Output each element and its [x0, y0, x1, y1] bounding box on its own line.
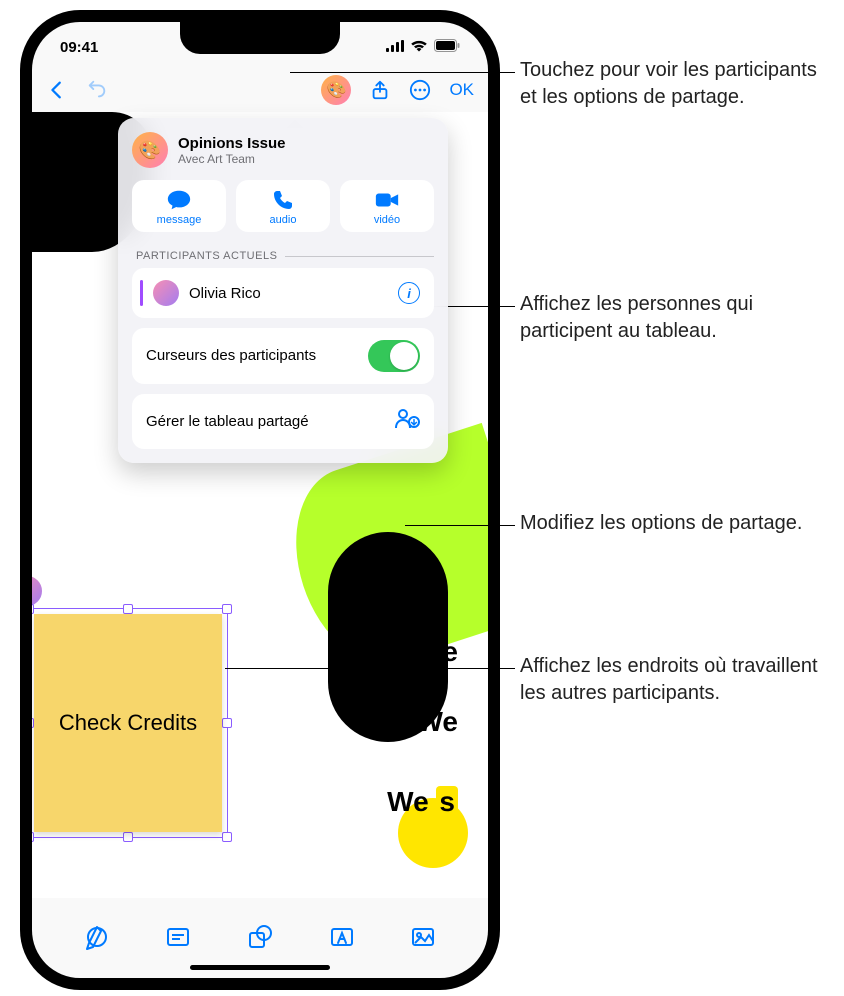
undo-button[interactable] — [86, 79, 108, 101]
cursors-label: Curseurs des participants — [146, 347, 316, 365]
participant-avatar — [153, 280, 179, 306]
sticky-tool[interactable] — [164, 923, 192, 956]
manage-label: Gérer le tableau partagé — [146, 413, 309, 430]
board-title: Opinions Issue — [178, 135, 286, 152]
canvas-text: We — [417, 706, 459, 738]
callout-line — [405, 525, 515, 526]
status-right — [386, 39, 460, 56]
signal-icon — [386, 39, 404, 56]
message-label: message — [157, 214, 202, 226]
more-button[interactable] — [409, 79, 431, 101]
pen-tool[interactable] — [83, 923, 111, 956]
share-button[interactable] — [369, 79, 391, 101]
video-button[interactable]: vidéo — [340, 180, 434, 232]
message-button[interactable]: message — [132, 180, 226, 232]
shapes-tool[interactable] — [246, 923, 274, 956]
callout-text: Modifiez les options de partage. — [520, 510, 830, 537]
participant-cursor-avatar — [32, 574, 44, 608]
collaboration-button[interactable]: 🎨 — [321, 75, 351, 105]
notch — [180, 22, 340, 54]
participants-header: PARTICIPANTS ACTUELS — [136, 250, 434, 262]
screen: 09:41 — [32, 22, 488, 978]
battery-icon — [434, 39, 460, 56]
collaboration-popover: 🎨 Opinions Issue Avec Art Team message a… — [118, 118, 448, 463]
text-tool[interactable] — [328, 923, 356, 956]
callout-line — [225, 668, 515, 669]
participant-color-icon — [140, 280, 143, 306]
video-label: vidéo — [374, 214, 400, 226]
top-toolbar: 🎨 OK — [32, 68, 488, 112]
media-tool[interactable] — [409, 923, 437, 956]
board-avatar: 🎨 — [132, 132, 168, 168]
bottom-toolbar — [32, 923, 488, 956]
canvas-text: We — [417, 636, 459, 668]
participant-cursors-row: Curseurs des participants — [132, 328, 434, 384]
callout-text: Affichez les personnes qui participent a… — [520, 291, 830, 345]
callout-text: Affichez les endroits où travaillent les… — [520, 653, 830, 707]
cursors-toggle[interactable] — [368, 340, 420, 372]
sticky-note[interactable]: Check Credits — [34, 614, 222, 832]
canvas-text: We s — [387, 786, 458, 818]
participant-row[interactable]: Olivia Rico i — [132, 268, 434, 318]
home-indicator — [190, 965, 330, 970]
back-button[interactable] — [46, 79, 68, 101]
participant-name: Olivia Rico — [189, 285, 388, 302]
wifi-icon — [410, 39, 428, 56]
phone-frame: 09:41 — [20, 10, 500, 990]
manage-icon — [394, 406, 420, 437]
callout-text: Touchez pour voir les participants et le… — [520, 57, 830, 111]
info-icon[interactable]: i — [398, 282, 420, 304]
sticky-selection[interactable]: Check Credits — [32, 608, 228, 838]
audio-label: audio — [270, 214, 297, 226]
done-button[interactable]: OK — [449, 80, 474, 100]
status-time: 09:41 — [60, 39, 98, 56]
audio-button[interactable]: audio — [236, 180, 330, 232]
manage-shared-board-button[interactable]: Gérer le tableau partagé — [132, 394, 434, 449]
board-subtitle: Avec Art Team — [178, 152, 286, 166]
